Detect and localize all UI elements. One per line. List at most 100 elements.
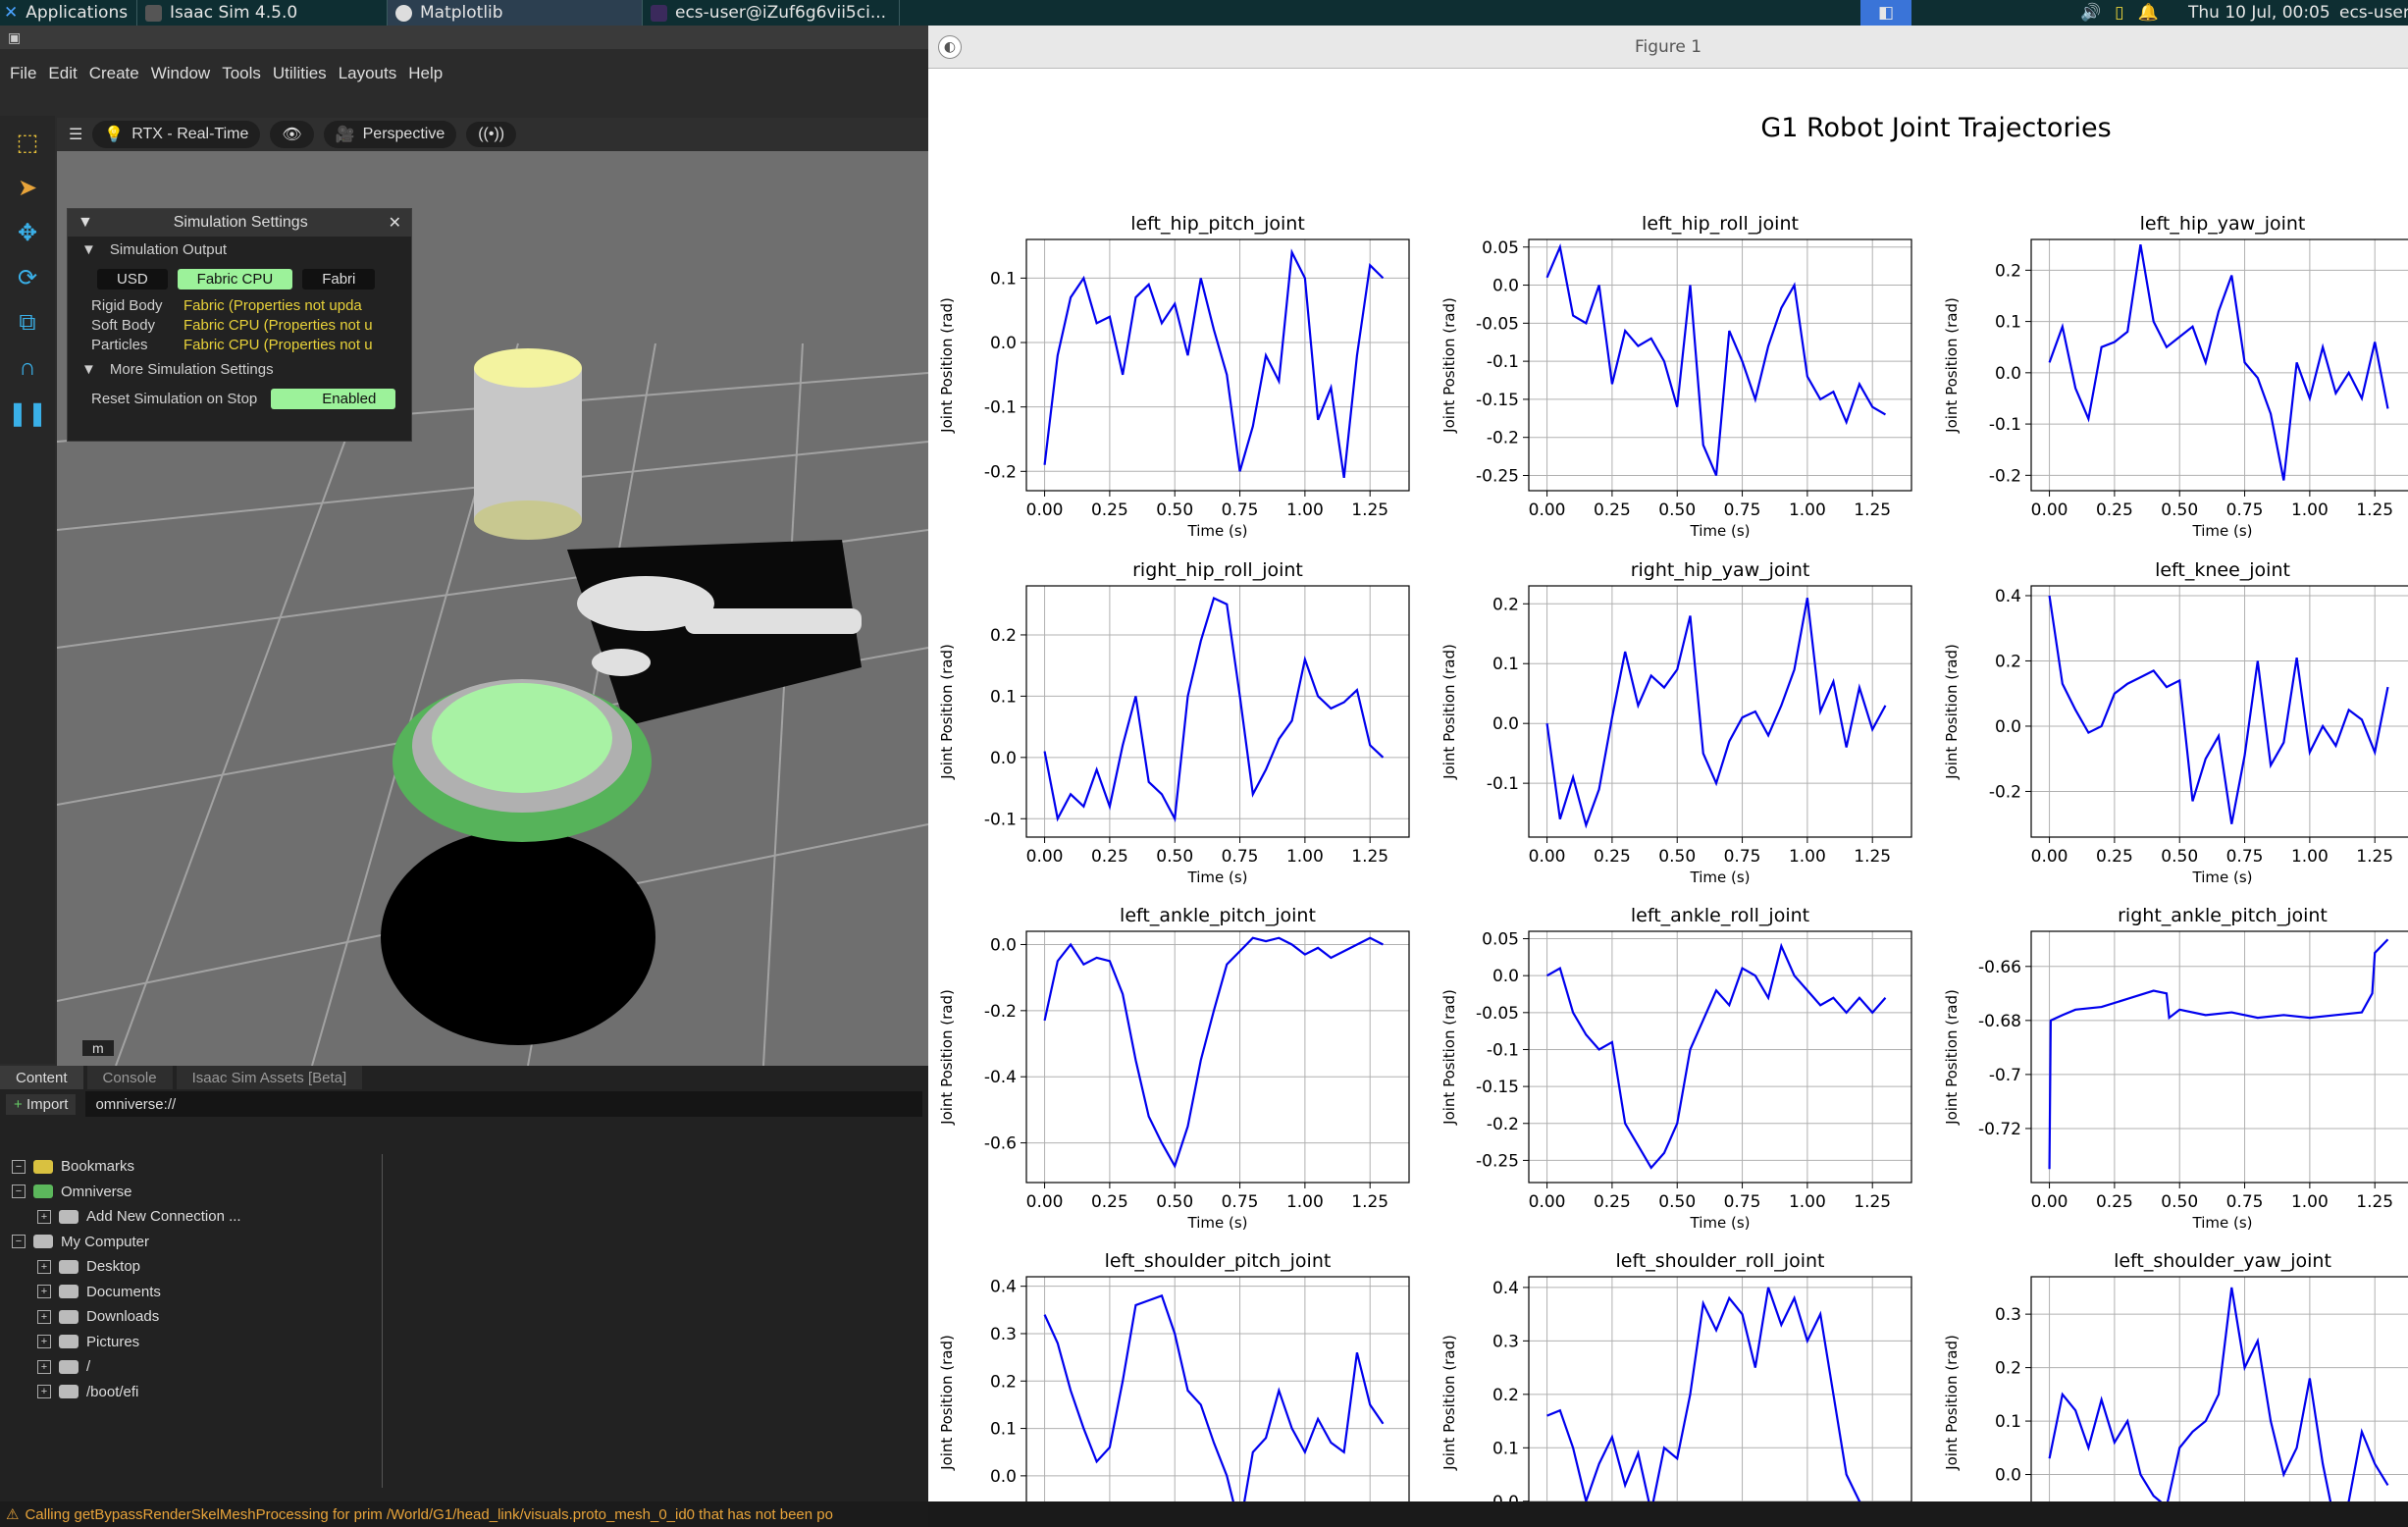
matplotlib-window-icon[interactable]: ◐ [938,35,962,59]
pointer-tool-icon[interactable]: ➤ [9,169,46,206]
status-bar: ⚠ Calling getBypassRenderSkelMeshProcess… [0,1501,928,1527]
task-terminal[interactable]: ecs-user@iZuf6g6vii5ci... [643,0,900,26]
collapse-icon[interactable]: ▼ [78,214,93,232]
x-tick-label: 1.25 [2356,1192,2393,1212]
fabric-gpu-button[interactable]: Fabri [302,268,376,290]
expand-icon[interactable]: + [37,1335,51,1349]
viewport[interactable]: ☰ 💡 RTX - Real-Time 👁 🎥 Perspective ((•)… [57,118,928,1066]
content-tabs: Content Console Isaac Sim Assets [Beta] [0,1066,928,1089]
x-axis-label: Time (s) [1187,522,1248,540]
subplot: 0.000.250.500.751.001.250.40.30.20.10.0l… [1440,1250,1912,1501]
menu-edit[interactable]: Edit [48,64,77,83]
tab-content[interactable]: Content [0,1066,83,1089]
camera-button[interactable]: 🎥 Perspective [323,121,457,148]
tree-item[interactable]: + Documents [0,1280,382,1305]
subplot-title: left_hip_yaw_joint [2140,213,2306,235]
drive-icon [59,1335,79,1349]
collapse-icon[interactable]: − [12,1235,26,1249]
reset-toggle[interactable]: Enabled [271,388,396,409]
subplot: 0.00 0.25 0.50 0.75 1.00 1.25 0.0 -0.2 -0.4 -0.6 l… [938,905,1410,1232]
tree-item[interactable]: + Add New Connection ... [0,1204,382,1230]
close-icon[interactable]: ✕ [389,213,401,233]
more-settings-section[interactable]: ▼ More Simulation Settings [68,354,411,384]
visibility-button[interactable]: 👁 [270,121,314,148]
subplot: 0.00 0.25 0.50 0.75 1.00 1.25 0.05 0.0 -0.05 -0.1… [1440,905,1912,1232]
y-tick-label: 0.1 [1492,655,1519,674]
tree-item[interactable]: + Desktop [0,1254,382,1280]
expand-icon[interactable]: + [37,1285,51,1299]
menu-window[interactable]: Window [151,64,210,83]
expand-icon[interactable]: + [37,1309,51,1324]
y-tick-label: 0.4 [990,1278,1017,1297]
fabric-cpu-button[interactable]: Fabric CPU [177,268,293,290]
task-isaac-sim[interactable]: Isaac Sim 4.5.0 [137,0,388,26]
menu-file[interactable]: File [10,64,36,83]
volume-icon[interactable]: 🔊 [2080,3,2101,23]
y-tick-label: 0.05 [1482,930,1519,950]
y-tick-label: 0.1 [990,269,1017,289]
move-tool-icon[interactable]: ✥ [9,214,46,251]
tree-item[interactable]: + / [0,1354,382,1380]
path-input[interactable]: omniverse:// [85,1091,922,1117]
user-menu[interactable]: ecs-user [2339,0,2408,26]
collapse-icon[interactable]: − [12,1185,26,1199]
expand-icon[interactable]: + [37,1385,51,1399]
stream-button[interactable]: ((•)) [466,122,517,147]
import-button[interactable]: + Import [6,1093,77,1115]
x-axis-label: Time (s) [2192,522,2253,540]
battery-icon[interactable]: ▯ [2115,3,2123,23]
tree-item[interactable]: − My Computer [0,1230,382,1255]
tab-isaac-assets[interactable]: Isaac Sim Assets [Beta] [176,1066,363,1089]
notification-bell-icon[interactable]: 🔔 [2138,3,2159,23]
simulation-output-section[interactable]: ▼ Simulation Output [68,237,411,262]
x-tick-label: 0.00 [2031,1192,2068,1212]
menu-create[interactable]: Create [89,64,139,83]
tree-item[interactable]: − Bookmarks [0,1154,382,1180]
series-line [1545,597,1887,829]
usd-button[interactable]: USD [97,268,168,290]
menu-utilities[interactable]: Utilities [273,64,327,83]
tree-item[interactable]: + /boot/efi [0,1380,382,1405]
tree-item[interactable]: − Omniverse [0,1180,382,1205]
subplot: 0.00 0.25 0.50 0.75 1.00 1.25 0.05 0.0 -0.05 -0.1… [1440,213,1912,540]
y-tick-label: 0.2 [990,626,1017,646]
y-tick-label: -0.2 [1989,466,2021,486]
tree-item[interactable]: + Downloads [0,1304,382,1330]
render-mode-button[interactable]: 💡 RTX - Real-Time [92,121,261,148]
tree-item[interactable]: + Pictures [0,1330,382,1355]
snap-tool-icon[interactable]: ∩ [9,349,46,387]
expand-icon[interactable]: + [37,1209,51,1224]
expand-icon[interactable]: + [37,1359,51,1374]
pause-button[interactable]: ❚❚ [8,395,47,432]
file-tree: − Bookmarks − Omniverse + Add New Connection … [0,1154,383,1488]
y-tick-label: -0.1 [1487,774,1519,794]
y-tick-label: -0.05 [1476,314,1519,334]
applications-menu[interactable]: ✕ Applications [0,0,137,26]
y-tick-label: -0.2 [1989,782,2021,802]
x-tick-label: 0.25 [1594,1192,1631,1212]
tab-console[interactable]: Console [86,1066,173,1089]
x-tick-label: 1.00 [1286,847,1324,867]
y-tick-label: -0.72 [1978,1120,2021,1139]
subplot: 0.00 0.25 0.50 0.75 1.00 1.25 0.2 0.1 0.0 -0.1 rig… [1440,559,1912,886]
expand-icon[interactable]: + [37,1259,51,1274]
menu-layouts[interactable]: Layouts [339,64,397,83]
y-tick-label: -0.1 [984,810,1017,829]
menu-help[interactable]: Help [408,64,443,83]
y-tick-label: 0.05 [1482,238,1519,258]
clock[interactable]: Thu 10 Jul, 00:05 [2188,0,2345,26]
x-tick-label: 0.50 [1658,1192,1696,1212]
rotate-tool-icon[interactable]: ⟳ [9,259,46,296]
simulation-settings-header[interactable]: ▼ Simulation Settings ✕ [68,209,411,237]
workspace-switcher[interactable]: ◧ [1860,0,1911,26]
task-matplotlib[interactable]: Matplotlib [388,0,643,26]
x-tick-label: 1.25 [1351,1192,1388,1212]
y-tick-label: 0.0 [990,1467,1017,1487]
settings-sliders-icon[interactable]: ☰ [69,125,82,144]
y-tick-label: 0.2 [1995,261,2021,281]
scale-tool-icon[interactable]: ⧉ [9,304,46,342]
expand-icon[interactable]: − [12,1159,26,1174]
y-axis-label: Joint Position (rad) [1440,644,1458,780]
select-tool-icon[interactable]: ⬚ [9,124,46,161]
menu-tools[interactable]: Tools [222,64,261,83]
